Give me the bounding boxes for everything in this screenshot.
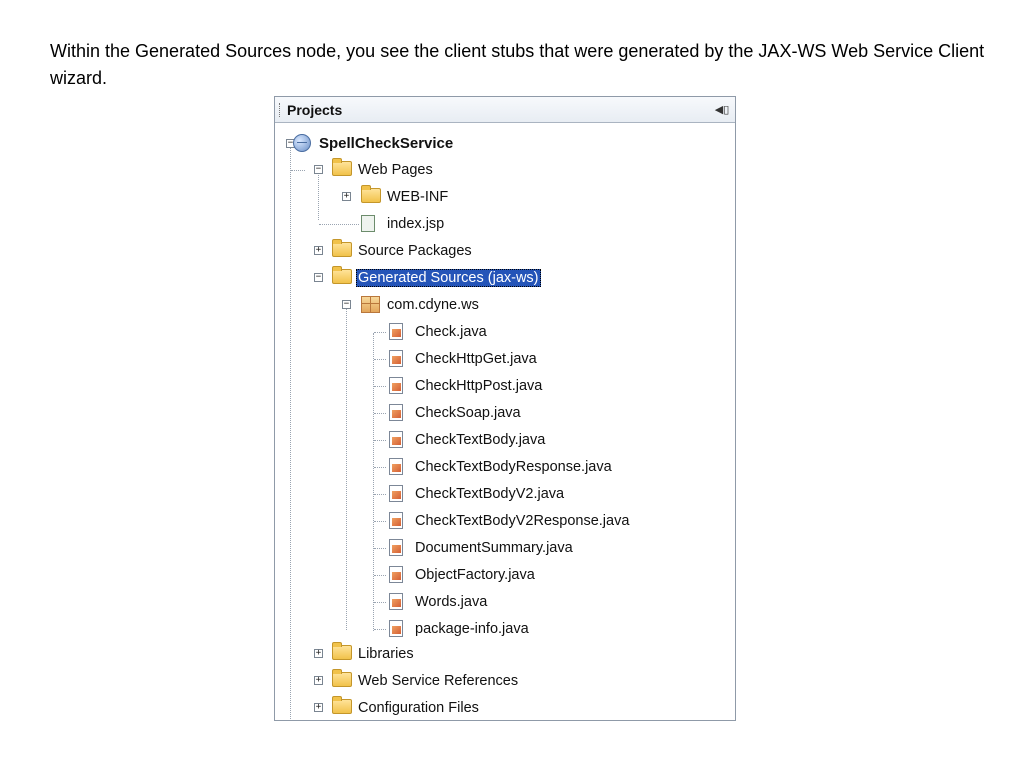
- configuration-files-label: Configuration Files: [358, 700, 479, 716]
- file-label: CheckTextBodyV2Response.java: [415, 513, 630, 529]
- java-file-icon: [389, 404, 407, 422]
- tree-node-project[interactable]: SpellCheckService: [293, 130, 455, 156]
- tree-connector: [374, 494, 386, 495]
- expand-toggle[interactable]: +: [314, 649, 323, 658]
- web-service-references-label: Web Service References: [358, 673, 519, 689]
- folder-icon: [332, 158, 352, 179]
- tree-node-java-file[interactable]: CheckTextBody.java: [389, 427, 547, 453]
- java-file-icon: [389, 593, 407, 611]
- web-pages-label: Web Pages: [358, 162, 433, 178]
- tree-guide-line: [318, 172, 319, 220]
- expand-toggle[interactable]: +: [342, 192, 351, 201]
- globe-icon: [293, 134, 311, 152]
- config-folder-icon: [332, 696, 352, 717]
- file-label: ObjectFactory.java: [415, 567, 535, 583]
- expand-toggle[interactable]: +: [314, 676, 323, 685]
- tree-guide-line: [346, 306, 347, 630]
- expand-toggle[interactable]: +: [314, 703, 323, 712]
- file-label: CheckHttpGet.java: [415, 351, 537, 367]
- tree-node-java-file[interactable]: package-info.java: [389, 616, 531, 642]
- web-inf-label: WEB-INF: [387, 189, 449, 205]
- java-file-icon: [389, 377, 407, 395]
- file-label: CheckTextBodyResponse.java: [415, 459, 612, 475]
- expand-toggle[interactable]: −: [314, 165, 323, 174]
- file-label: CheckHttpPost.java: [415, 378, 543, 394]
- projects-header: Projects ◀▯: [275, 97, 735, 123]
- file-label: CheckTextBodyV2.java: [415, 486, 565, 502]
- java-file-icon: [389, 458, 407, 476]
- tree-node-index-jsp[interactable]: index.jsp: [361, 211, 446, 237]
- tree-connector: [374, 467, 386, 468]
- file-label: CheckTextBody.java: [415, 432, 546, 448]
- jsp-file-icon: [361, 215, 379, 233]
- tree-connector: [374, 521, 386, 522]
- java-file-icon: [389, 350, 407, 368]
- java-file-icon: [389, 431, 407, 449]
- tree-node-java-file[interactable]: Words.java: [389, 589, 489, 615]
- tree-node-web-service-references[interactable]: Web Service References: [332, 668, 520, 694]
- tree-node-java-file[interactable]: CheckSoap.java: [389, 400, 523, 426]
- file-label: package-info.java: [415, 621, 529, 637]
- expand-toggle[interactable]: −: [342, 300, 351, 309]
- projects-panel: Projects ◀▯ − SpellCheckService − Web Pa…: [274, 96, 736, 721]
- tree-connector: [319, 224, 359, 225]
- libraries-label: Libraries: [358, 646, 414, 662]
- tree-node-java-file[interactable]: DocumentSummary.java: [389, 535, 575, 561]
- tree-guide-line: [373, 333, 374, 631]
- index-jsp-label: index.jsp: [387, 216, 445, 232]
- tree-node-java-file[interactable]: CheckTextBodyResponse.java: [389, 454, 614, 480]
- java-file-icon: [389, 323, 407, 341]
- file-label: DocumentSummary.java: [415, 540, 573, 556]
- tree-node-web-pages[interactable]: Web Pages: [332, 157, 435, 183]
- tree-node-libraries[interactable]: Libraries: [332, 641, 416, 667]
- tree-node-java-file[interactable]: CheckTextBodyV2.java: [389, 481, 566, 507]
- package-icon: [361, 296, 380, 314]
- package-label: com.cdyne.ws: [387, 297, 479, 313]
- java-file-icon: [389, 485, 407, 503]
- java-file-icon: [389, 539, 407, 557]
- tree-node-java-file[interactable]: Check.java: [389, 319, 489, 345]
- tree-connector: [374, 413, 386, 414]
- minimize-icon[interactable]: ◀▯: [715, 103, 730, 117]
- tree-node-configuration-files[interactable]: Configuration Files: [332, 695, 481, 720]
- tree-node-source-packages[interactable]: Source Packages: [332, 238, 474, 264]
- tree-guide-line: [290, 145, 291, 720]
- file-label: Words.java: [415, 594, 488, 610]
- panel-title: Projects: [287, 101, 343, 118]
- tree-connector: [374, 440, 386, 441]
- expand-toggle[interactable]: +: [314, 246, 323, 255]
- tree-node-java-file[interactable]: ObjectFactory.java: [389, 562, 537, 588]
- java-file-icon: [389, 620, 407, 638]
- folder-icon: [361, 185, 381, 206]
- file-label: Check.java: [415, 324, 487, 340]
- library-folder-icon: [332, 642, 352, 663]
- tree-node-java-file[interactable]: CheckHttpGet.java: [389, 346, 539, 372]
- tree-node-web-inf[interactable]: WEB-INF: [361, 184, 450, 210]
- tree-connector: [374, 575, 386, 576]
- generated-sources-label: Generated Sources (jax-ws): [356, 269, 541, 287]
- tree-node-generated-sources[interactable]: Generated Sources (jax-ws): [332, 265, 541, 291]
- tree-connector: [374, 629, 386, 630]
- tree-connector: [374, 332, 386, 333]
- tree-node-package[interactable]: com.cdyne.ws: [361, 292, 481, 318]
- tree-connector: [374, 359, 386, 360]
- project-label: SpellCheckService: [319, 134, 454, 152]
- tree-connector: [374, 386, 386, 387]
- java-file-icon: [389, 512, 407, 530]
- drag-grip[interactable]: [279, 102, 283, 117]
- caption-text: Within the Generated Sources node, you s…: [50, 41, 985, 88]
- source-packages-label: Source Packages: [358, 243, 472, 259]
- expand-toggle[interactable]: −: [314, 273, 323, 282]
- tree-connector: [374, 548, 386, 549]
- java-file-icon: [389, 566, 407, 584]
- tree-node-java-file[interactable]: CheckHttpPost.java: [389, 373, 544, 399]
- tree-connector: [291, 170, 305, 171]
- folder-icon: [332, 669, 352, 690]
- folder-icon: [332, 266, 352, 287]
- file-label: CheckSoap.java: [415, 405, 521, 421]
- folder-icon: [332, 239, 352, 260]
- project-tree: − SpellCheckService − Web Pages + WEB-IN…: [275, 123, 735, 720]
- tree-connector: [374, 602, 386, 603]
- tree-node-java-file[interactable]: CheckTextBodyV2Response.java: [389, 508, 631, 534]
